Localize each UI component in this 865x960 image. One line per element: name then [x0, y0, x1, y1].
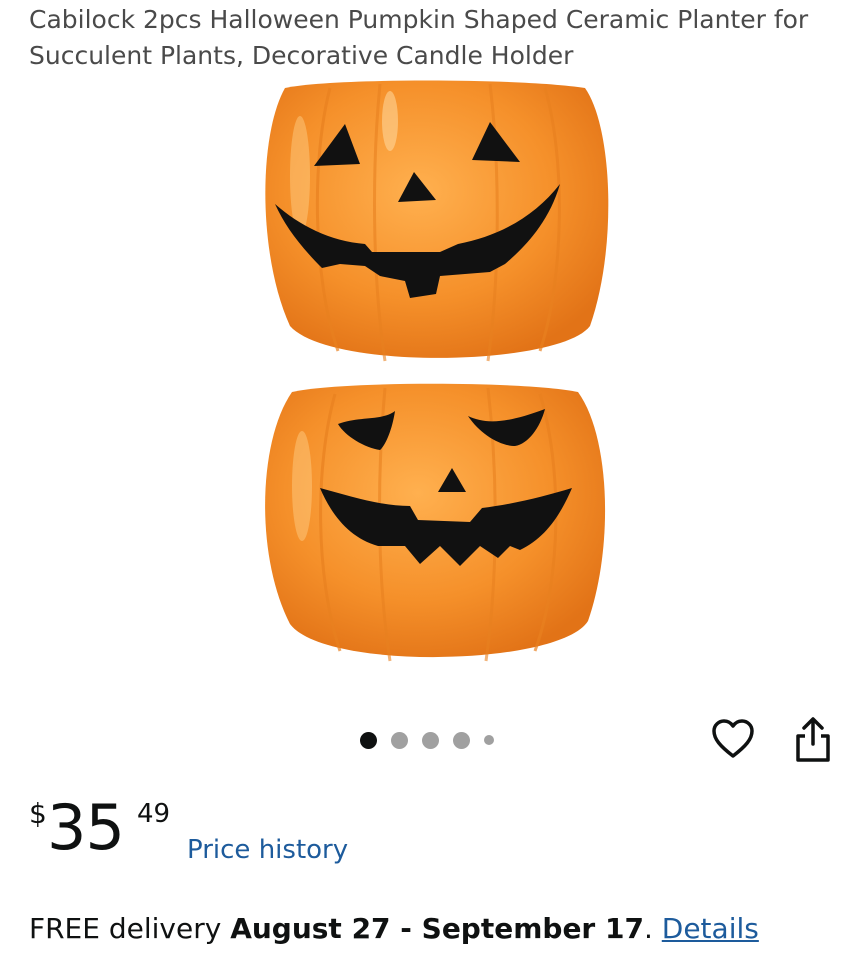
- carousel-dot-3[interactable]: [422, 731, 439, 749]
- wishlist-button[interactable]: [710, 716, 756, 762]
- carousel-dot-2[interactable]: [391, 731, 408, 749]
- share-icon: [796, 717, 830, 762]
- carousel-dot-1[interactable]: [360, 731, 377, 749]
- delivery-info: FREE delivery August 27 - September 17. …: [29, 910, 759, 948]
- heart-outline-icon: [712, 719, 754, 758]
- price-history-link[interactable]: Price history: [187, 833, 348, 867]
- carousel-dot-5[interactable]: [484, 735, 494, 745]
- price-currency-symbol: $: [29, 797, 47, 830]
- price-fraction: 49: [137, 799, 171, 829]
- carousel-dot-4[interactable]: [453, 731, 470, 749]
- product-title: Cabilock 2pcs Halloween Pumpkin Shaped C…: [29, 5, 809, 70]
- top-pumpkin: [265, 80, 609, 362]
- bottom-pumpkin: [265, 383, 606, 662]
- delivery-suffix: .: [643, 912, 662, 945]
- delivery-dates: August 27 - September 17: [230, 912, 644, 945]
- product-image[interactable]: [0, 76, 865, 676]
- share-button[interactable]: [790, 714, 836, 764]
- carousel-dots: [360, 731, 508, 749]
- delivery-details-link[interactable]: Details: [662, 912, 759, 945]
- delivery-prefix: FREE delivery: [29, 912, 231, 945]
- price-whole: 35: [47, 791, 125, 864]
